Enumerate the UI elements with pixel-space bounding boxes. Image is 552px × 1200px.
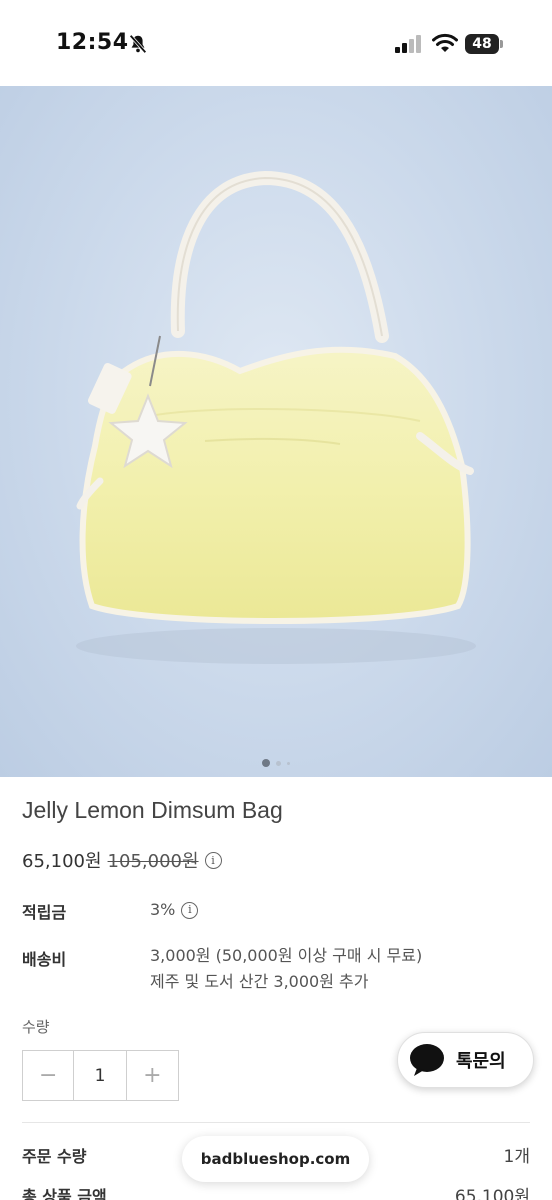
sale-price: 65,100원 [22,851,102,872]
shipping-line-1: 3,000원 (50,000원 이상 구매 시 무료) [150,946,423,965]
info-icon[interactable]: i [204,851,222,869]
talk-inquiry-button[interactable]: 톡문의 [397,1032,534,1088]
quantity-value[interactable]: 1 [74,1051,127,1100]
talk-inquiry-label: 톡문의 [456,1051,506,1072]
wifi-icon [432,33,458,52]
divider [22,1122,530,1123]
shipping-value: 3,000원 (50,000원 이상 구매 시 무료) 제주 및 도서 산간 3… [150,943,422,995]
order-qty-value: 1개 [503,1147,530,1167]
carousel-dot-1[interactable] [262,759,270,767]
points-row: 3% i [150,897,199,923]
quantity-label: 수량 [22,1018,50,1036]
product-title: Jelly Lemon Dimsum Bag [22,797,283,823]
carousel-dot-2[interactable] [276,760,281,766]
order-qty-label: 주문 수량 [22,1147,87,1166]
carousel-dot-3[interactable] [287,761,290,765]
info-icon[interactable]: i [181,901,199,919]
chat-bubble-icon [410,1044,444,1076]
points-value: 3% [150,900,176,919]
product-image[interactable] [0,86,552,777]
decrease-button[interactable]: − [23,1051,75,1100]
url-bar[interactable]: badblueshop.com [182,1136,369,1182]
increase-button[interactable]: + [127,1051,178,1100]
quantity-stepper[interactable]: − 1 + [22,1050,179,1101]
shipping-line-2: 제주 및 도서 산간 3,000원 추가 [150,972,369,991]
carousel-dots[interactable] [0,758,552,768]
bag-illustration [76,170,476,664]
status-bar: 12:54 48 [0,0,552,86]
points-label: 적립금 [22,903,67,922]
bell-slash-icon [129,34,147,54]
battery-icon: 48 [465,34,503,54]
status-time: 12:54 [56,30,129,55]
price-row: 65,100원 105,000원 i [22,847,222,873]
shipping-label: 배송비 [22,950,67,969]
original-price: 105,000원 [107,851,199,872]
total-label: 총 상품 금액 [22,1187,107,1200]
total-value: 65,100원 [454,1187,530,1200]
battery-level: 48 [465,34,499,54]
signal-icon [395,35,421,53]
